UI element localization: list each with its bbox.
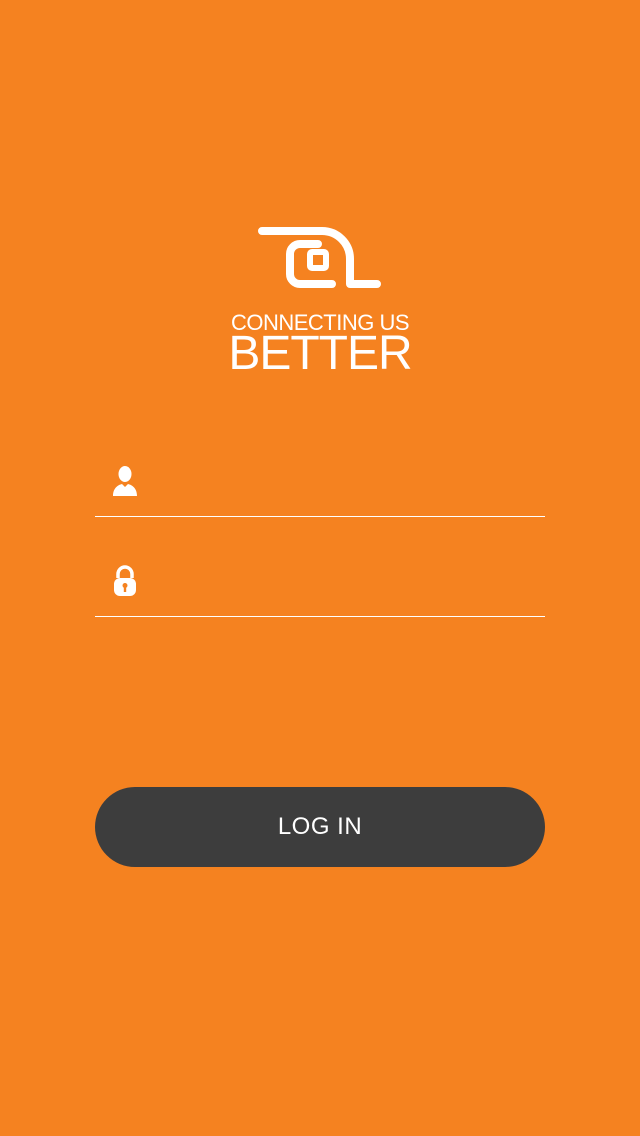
lock-icon xyxy=(114,565,136,596)
username-field[interactable] xyxy=(95,456,545,517)
password-input[interactable] xyxy=(159,562,539,602)
username-input[interactable] xyxy=(159,462,539,502)
login-button[interactable]: LOG IN xyxy=(95,787,545,867)
login-button-label: LOG IN xyxy=(277,813,363,840)
password-field[interactable] xyxy=(95,556,545,617)
tagline-bottom: BETTER xyxy=(228,327,412,380)
at-sign-logo-icon xyxy=(258,227,381,288)
login-screen: CONNECTING US BETTER LOG IN xyxy=(0,0,640,1136)
user-icon xyxy=(113,466,137,496)
